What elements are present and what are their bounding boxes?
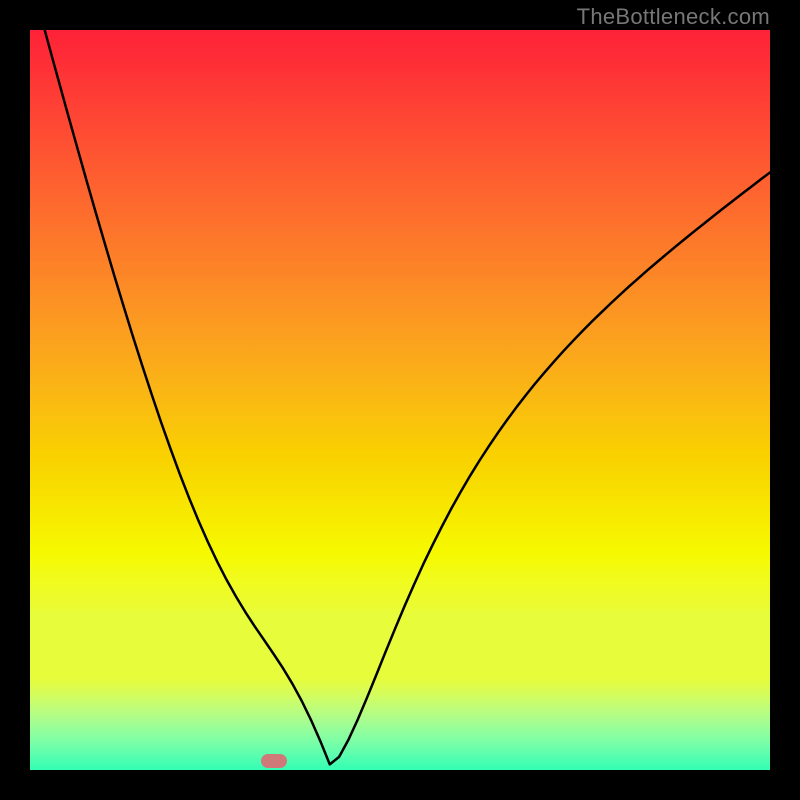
plot-area <box>30 30 770 770</box>
watermark-text: TheBottleneck.com <box>577 4 770 30</box>
chart-frame: TheBottleneck.com <box>0 0 800 800</box>
optimal-marker <box>261 754 287 768</box>
bottleneck-curve <box>30 30 770 770</box>
